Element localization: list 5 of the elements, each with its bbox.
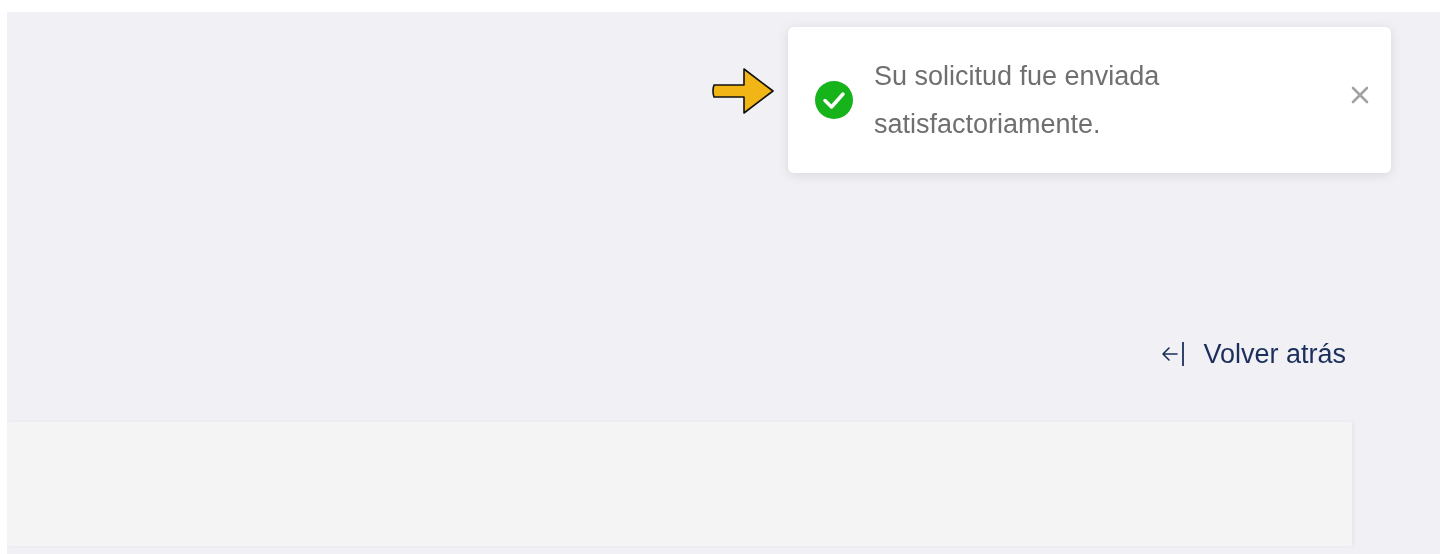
pointing-arrow-icon (711, 66, 775, 116)
close-icon[interactable] (1350, 85, 1370, 105)
back-arrow-icon (1161, 340, 1186, 368)
toast-message: Su solicitud fue enviada satisfactoriamente. (874, 60, 1161, 141)
back-link[interactable]: Volver atrás (1161, 338, 1346, 370)
